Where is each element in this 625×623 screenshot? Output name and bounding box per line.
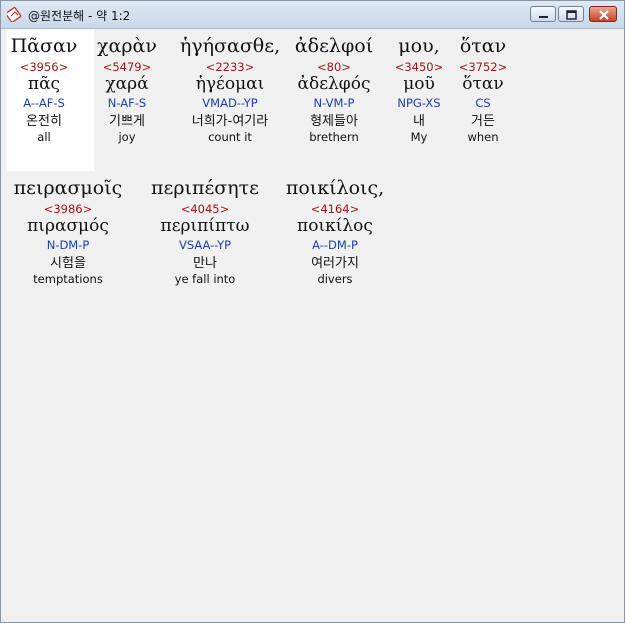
close-button[interactable] — [589, 6, 617, 22]
word-english-gloss: when — [467, 130, 499, 144]
word-strong-number: <4045> — [180, 202, 230, 216]
word-korean-gloss: 여러가지 — [311, 256, 359, 271]
word-morphology: A--DM-P — [312, 238, 358, 252]
word-strong-number: <3752> — [458, 60, 508, 74]
word-block[interactable]: περιπέσητε <4045> περιπίπτω VSAA--YP 만나 ye fa… — [130, 177, 280, 286]
word-lemma: ποικίλος — [297, 216, 373, 236]
word-korean-gloss: 시험을 — [50, 256, 86, 271]
word-greek: ὅταν — [459, 35, 507, 57]
minimize-button[interactable] — [530, 6, 556, 22]
word-block[interactable]: ποικίλοις, <4164> ποικίλος A--DM-P 여러가지 diver… — [260, 177, 410, 286]
close-icon — [599, 10, 609, 20]
maximize-button[interactable] — [558, 6, 584, 22]
maximize-icon — [566, 10, 577, 20]
word-morphology: N-DM-P — [46, 238, 90, 252]
app-window: @원전분해 - 약 1:2 Πᾶσαν <3956> πᾶς A--AF-S 온전히 al… — [0, 0, 625, 623]
verse-analysis-panel: Πᾶσαν <3956> πᾶς A--AF-S 온전히 all χαρὰν <5479> χα… — [7, 29, 619, 619]
word-english-gloss: ye fall into — [174, 272, 236, 286]
word-greek: περιπέσητε — [151, 177, 259, 199]
title-bar[interactable]: @원전분해 - 약 1:2 — [1, 1, 624, 29]
word-korean-gloss: 만나 — [193, 256, 217, 271]
word-morphology: VSAA--YP — [178, 238, 232, 252]
word-lemma: περιπίπτω — [160, 216, 250, 236]
word-lemma: ὅταν — [462, 74, 504, 94]
word-greek: πειρασμοῖς — [13, 177, 123, 199]
minimize-icon — [539, 16, 548, 18]
word-morphology: CS — [475, 96, 491, 110]
word-block[interactable]: πειρασμοῖς <3986> πιρασμός N-DM-P 시험을 temptat… — [0, 177, 143, 286]
word-korean-gloss: 거든 — [471, 114, 495, 129]
word-strong-number: <4164> — [310, 202, 360, 216]
app-logo-icon — [5, 6, 23, 23]
word-greek: ποικίλοις, — [285, 177, 385, 199]
word-english-gloss: temptations — [33, 272, 103, 286]
word-english-gloss: divers — [317, 272, 353, 286]
window-title: @원전분해 - 약 1:2 — [28, 9, 131, 23]
word-lemma: πιρασμός — [27, 216, 109, 236]
word-strong-number: <3986> — [43, 202, 93, 216]
word-block[interactable]: ὅταν <3752> ὅταν CS 거든 when — [408, 35, 558, 144]
